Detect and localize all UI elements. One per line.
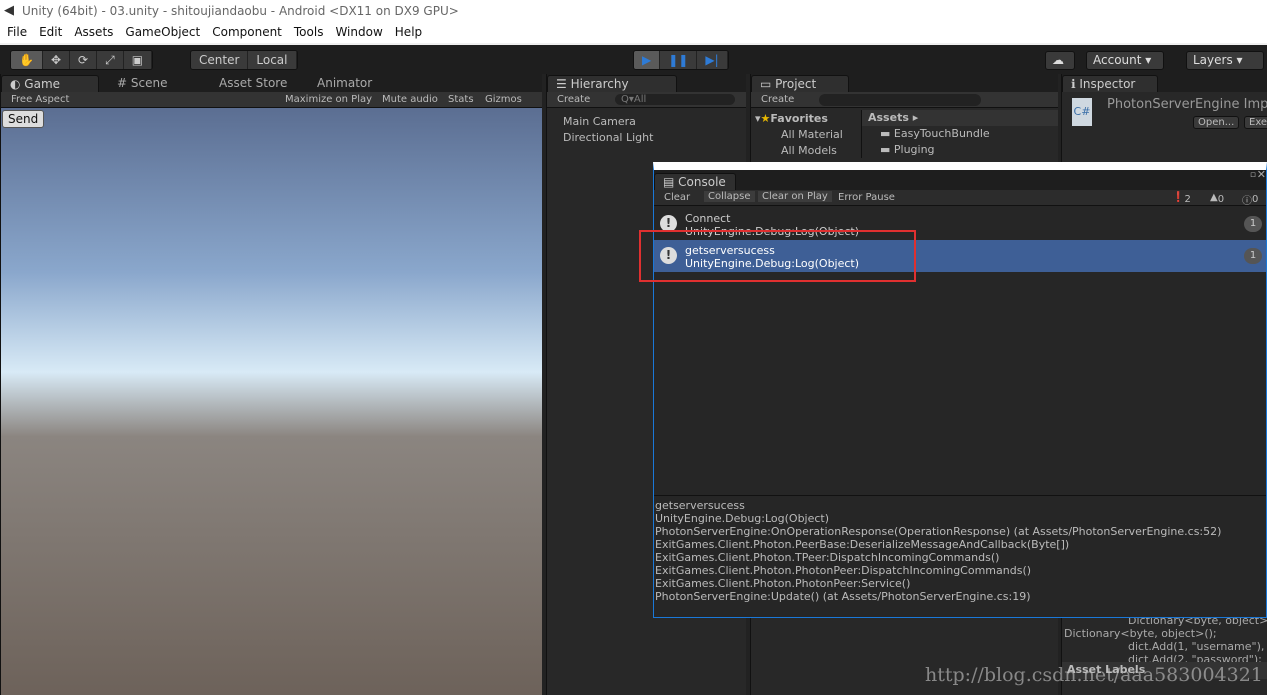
entry-count-badge: 1 bbox=[1244, 216, 1262, 232]
tab-hierarchy[interactable]: ☰ Hierarchy bbox=[547, 75, 677, 92]
tab-asset-store[interactable]: Asset Store bbox=[211, 75, 295, 92]
collapse-toggle[interactable]: Collapse bbox=[704, 191, 755, 202]
account-dropdown[interactable]: Account ▾ bbox=[1086, 51, 1164, 70]
menu-file[interactable]: File bbox=[7, 25, 27, 43]
folder-item[interactable]: ▬ Pluging bbox=[862, 142, 1058, 158]
hierarchy-item[interactable]: Directional Light bbox=[563, 130, 730, 146]
log-count-toggle[interactable]: ❗ 2 bbox=[1172, 192, 1191, 205]
hierarchy-item[interactable]: Main Camera bbox=[563, 114, 730, 130]
menu-component[interactable]: Component bbox=[212, 25, 282, 43]
pivot-toggles: Center Local bbox=[190, 50, 298, 70]
tab-scene[interactable]: # Scene bbox=[109, 75, 175, 92]
gizmos-dropdown[interactable]: Gizmos bbox=[485, 94, 522, 105]
main-toolbar: ✋ ✥ ⟳ ⤢ ▣ Center Local ▶ ❚❚ ▶| ☁ Account ▾ Laye… bbox=[0, 43, 1267, 74]
entry-count-badge: 1 bbox=[1244, 248, 1262, 264]
step-icon[interactable]: ▶| bbox=[697, 51, 728, 69]
play-icon[interactable]: ▶ bbox=[634, 51, 661, 69]
menu-tools[interactable]: Tools bbox=[294, 25, 324, 43]
menu-bar: File Edit Assets GameObject Component Tools Wi… bbox=[0, 22, 1267, 43]
menu-help[interactable]: Help bbox=[395, 25, 422, 43]
layers-dropdown[interactable]: Layers ▾ bbox=[1186, 51, 1264, 70]
warning-count-toggle[interactable]: ▲ 0 bbox=[1210, 192, 1224, 205]
aspect-dropdown[interactable]: Free Aspect bbox=[11, 94, 69, 105]
open-button[interactable]: Open... bbox=[1193, 116, 1240, 129]
script-preview: Dictionary<byte, object> Dictionary<byte,… bbox=[1064, 614, 1267, 666]
cloud-icon[interactable]: ☁ bbox=[1045, 51, 1075, 70]
hierarchy-search-input[interactable]: Q▾All bbox=[615, 94, 735, 105]
rotate-tool-icon[interactable]: ⟳ bbox=[70, 51, 98, 69]
project-create-button[interactable]: Create bbox=[761, 94, 794, 105]
scale-tool-icon[interactable]: ⤢ bbox=[97, 51, 124, 69]
stack-trace: getserversucess UnityEngine.Debug:Log(Obj… bbox=[654, 495, 1266, 617]
stats-toggle[interactable]: Stats bbox=[448, 94, 474, 105]
layers-label: Layers bbox=[1193, 53, 1233, 67]
tab-game[interactable]: ◐ Game bbox=[1, 75, 99, 92]
highlight-box bbox=[639, 230, 916, 282]
tab-console[interactable]: ▤ Console bbox=[654, 173, 736, 190]
inspector-title: PhotonServerEngine Impo bbox=[1107, 97, 1267, 112]
menu-assets[interactable]: Assets bbox=[74, 25, 113, 43]
tab-project[interactable]: ▭ Project bbox=[751, 75, 849, 92]
execution-order-button[interactable]: Exe bbox=[1244, 116, 1267, 129]
project-search-input[interactable] bbox=[819, 94, 981, 106]
console-window: ▤ Console ▫ ✕ Clear Collapse Clear on Play Er… bbox=[639, 162, 1267, 618]
csharp-file-icon: C# bbox=[1072, 98, 1092, 126]
star-icon: ★ bbox=[760, 112, 771, 125]
game-view[interactable]: Send bbox=[1, 108, 542, 695]
window-title: Unity (64bit) - 03.unity - shitoujiandao… bbox=[22, 4, 459, 18]
menu-edit[interactable]: Edit bbox=[39, 25, 62, 43]
unity-logo-icon: ◀ bbox=[4, 3, 14, 18]
folder-item[interactable]: ▬ EasyTouchBundle bbox=[862, 126, 1058, 142]
favorites-header[interactable]: ▾★Favorites bbox=[755, 111, 861, 127]
mute-audio-toggle[interactable]: Mute audio bbox=[382, 94, 438, 105]
watermark: http://blog.csdn.net/aaa583004321 bbox=[925, 664, 1263, 686]
hand-tool-icon[interactable]: ✋ bbox=[11, 51, 43, 69]
menu-window[interactable]: Window bbox=[335, 25, 382, 43]
menu-gameobject[interactable]: GameObject bbox=[125, 25, 200, 43]
account-label: Account bbox=[1093, 53, 1142, 67]
hierarchy-create-button[interactable]: Create bbox=[557, 94, 590, 105]
error-count-toggle[interactable]: ⓘ 0 bbox=[1242, 192, 1258, 207]
tab-inspector[interactable]: ℹ Inspector bbox=[1062, 75, 1158, 92]
rect-tool-icon[interactable]: ▣ bbox=[123, 51, 153, 69]
game-panel: ◐ Game # Scene Asset Store Animator Free As… bbox=[0, 74, 542, 695]
assets-breadcrumb[interactable]: Assets ▸ bbox=[862, 110, 1058, 126]
move-tool-icon[interactable]: ✥ bbox=[42, 51, 71, 69]
favorite-item[interactable]: All Material bbox=[755, 127, 861, 143]
maximize-icon[interactable]: ▫ bbox=[1250, 170, 1256, 180]
pause-icon[interactable]: ❚❚ bbox=[660, 51, 698, 69]
play-controls: ▶ ❚❚ ▶| bbox=[633, 50, 729, 70]
title-bar: ◀ Unity (64bit) - 03.unity - shitoujianda… bbox=[0, 0, 1267, 22]
send-button[interactable]: Send bbox=[2, 110, 45, 128]
close-icon[interactable]: ✕ bbox=[1257, 168, 1266, 181]
transform-tools: ✋ ✥ ⟳ ⤢ ▣ bbox=[10, 50, 154, 70]
pivot-local-button[interactable]: Local bbox=[248, 51, 297, 69]
clear-button[interactable]: Clear bbox=[664, 192, 690, 203]
error-pause-toggle[interactable]: Error Pause bbox=[838, 192, 895, 203]
tab-animator[interactable]: Animator bbox=[309, 75, 380, 92]
clear-on-play-toggle[interactable]: Clear on Play bbox=[758, 191, 832, 202]
maximize-on-play-toggle[interactable]: Maximize on Play bbox=[285, 94, 372, 105]
pivot-center-button[interactable]: Center bbox=[191, 51, 249, 69]
favorite-item[interactable]: All Models bbox=[755, 143, 861, 159]
